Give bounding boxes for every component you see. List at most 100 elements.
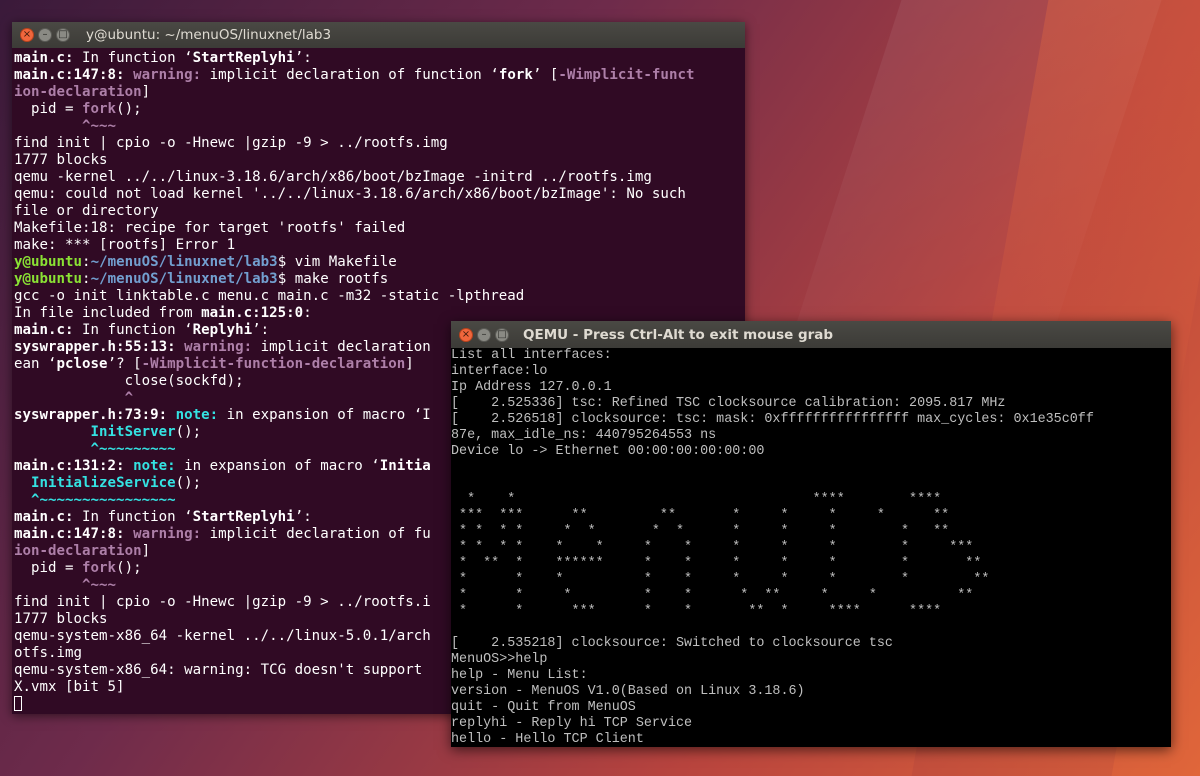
terminal-text-segment: note: <box>133 458 176 474</box>
terminal-text-segment: : <box>82 271 91 287</box>
terminal-text-segment: StartReplyhi <box>192 50 295 66</box>
qemu-console-line: * * * * * * * * * * * * *** <box>451 540 974 555</box>
terminal-text-segment: Replyhi <box>192 322 253 338</box>
qemu-console-line: * * * * * * * * * * * * ** <box>451 524 950 539</box>
terminal-text-segment: X.vmx [bit 5] <box>14 679 125 695</box>
terminal-text-segment: In function ‘ <box>73 322 193 338</box>
terminal-line: ^~~~ <box>14 118 743 135</box>
terminal-text-segment: Initia <box>379 458 431 474</box>
qemu-console-line: List all interfaces: <box>451 348 612 363</box>
terminal-text-segment: in expansion of macro ‘ <box>175 458 380 474</box>
qemu-console-line: MenuOS>>help <box>451 652 548 667</box>
terminal-text-segment: In function ‘ <box>73 50 193 66</box>
terminal-text-segment: fork <box>82 560 117 576</box>
terminal-text-segment: : <box>82 254 91 270</box>
terminal-text-segment: main.c:147:8: <box>14 67 125 83</box>
terminal-line: y@ubuntu:~/menuOS/linuxnet/lab3$ vim Mak… <box>14 254 743 271</box>
terminal-text-segment: 1777 blocks <box>14 611 108 627</box>
terminal-text-segment: ean ‘ <box>14 356 57 372</box>
terminal-text-segment: qemu-system-x86_64: warning: TCG doesn't… <box>14 662 423 678</box>
terminal-text-segment: y@ubuntu <box>14 254 83 270</box>
terminal-text-segment: -Wimplicit-funct <box>558 67 695 83</box>
qemu-console-output[interactable]: List all interfaces: interface:lo Ip Addre… <box>451 348 1171 747</box>
qemu-console-line: * ** * ****** * * * * * * ** <box>451 556 982 571</box>
terminal-text-segment: warning: <box>133 526 202 542</box>
terminal-text-segment: (); <box>175 475 202 491</box>
terminal-text-segment: pid = <box>14 560 83 576</box>
terminal-text-segment: main.c: <box>14 322 74 338</box>
qemu-console-line <box>451 460 1171 476</box>
terminal-text-segment: (); <box>116 560 142 576</box>
qemu-titlebar[interactable]: × – □ QEMU - Press Ctrl-Alt to exit mous… <box>451 321 1171 348</box>
terminal-text-segment: close(sockfd); <box>14 373 244 389</box>
terminal-text-segment: pid = <box>14 101 83 117</box>
qemu-console-line <box>451 620 1171 636</box>
qemu-console-line: hello - Hello TCP Client <box>451 732 644 747</box>
terminal-text-segment: ~/menuOS/linuxnet/lab3 <box>90 271 278 287</box>
terminal-window-controls: × – □ <box>12 28 70 42</box>
terminal-text-segment: file or directory <box>14 203 159 219</box>
terminal-text-segment: syswrapper.h:55:13: <box>14 339 176 355</box>
qemu-console-line: [ 2.525336] tsc: Refined TSC clocksource… <box>451 396 1006 411</box>
terminal-text-segment: ’: <box>252 322 270 338</box>
terminal-text-segment: ^ <box>14 390 134 406</box>
maximize-icon[interactable]: □ <box>56 28 70 42</box>
terminal-text-segment: ] <box>141 84 151 100</box>
terminal-text-segment: ^~~~~~~~~~ <box>14 441 176 457</box>
terminal-titlebar[interactable]: × – □ y@ubuntu: ~/menuOS/linuxnet/lab3 <box>12 22 745 48</box>
terminal-line: make: *** [rootfs] Error 1 <box>14 237 743 254</box>
terminal-text-segment: StartReplyhi <box>192 509 295 525</box>
qemu-window[interactable]: × – □ QEMU - Press Ctrl-Alt to exit mous… <box>451 321 1171 747</box>
terminal-text-segment: ion-declaration <box>14 84 142 100</box>
terminal-text-segment: find init | cpio -o -Hnewc |gzip -9 > ..… <box>14 594 431 610</box>
terminal-text-segment: (); <box>175 424 202 440</box>
terminal-text-segment: syswrapper.h:73:9: <box>14 407 168 423</box>
qemu-console-line: * * *** * * ** * **** **** <box>451 604 942 619</box>
terminal-line: qemu: could not load kernel '../../linux… <box>14 186 743 203</box>
maximize-icon[interactable]: □ <box>495 327 509 342</box>
close-icon[interactable]: × <box>459 327 473 342</box>
terminal-cursor <box>14 696 22 711</box>
terminal-text-segment: -Wimplicit-function-declaration <box>141 356 406 372</box>
qemu-console-line: * * * * * * ** * * ** <box>451 588 974 603</box>
terminal-text-segment: warning: <box>184 339 253 355</box>
terminal-line: pid = fork(); <box>14 101 743 118</box>
terminal-text-segment: ] <box>405 356 414 372</box>
terminal-text-segment: 1777 blocks <box>14 152 108 168</box>
close-icon[interactable]: × <box>20 28 34 42</box>
minimize-icon[interactable]: – <box>477 327 491 342</box>
terminal-text-segment: fork <box>82 101 117 117</box>
qemu-window-controls: × – □ <box>451 327 509 342</box>
terminal-line: 1777 blocks <box>14 152 743 169</box>
terminal-title: y@ubuntu: ~/menuOS/linuxnet/lab3 <box>86 27 332 43</box>
terminal-text-segment: ] <box>141 543 151 559</box>
minimize-icon[interactable]: – <box>38 28 52 42</box>
terminal-text-segment: (); <box>116 101 142 117</box>
terminal-text-segment: note: <box>175 407 219 423</box>
terminal-text-segment: Makefile:18: recipe for target 'rootfs' … <box>14 220 406 236</box>
terminal-line: ion-declaration] <box>14 84 743 101</box>
terminal-text-segment: implicit declaration <box>252 339 431 355</box>
terminal-text-segment: $ make rootfs <box>277 271 389 287</box>
terminal-line: main.c: In function ‘StartReplyhi’: <box>14 50 743 67</box>
terminal-text-segment: make: *** [rootfs] Error 1 <box>14 237 236 253</box>
qemu-console-line: help - Menu List: <box>451 668 588 683</box>
terminal-text-segment: main.c:147:8: <box>14 526 125 542</box>
terminal-text-segment: gcc -o init linktable.c menu.c main.c -m… <box>14 288 525 304</box>
terminal-text-segment: $ vim Makefile <box>277 254 397 270</box>
terminal-text-segment: ~/menuOS/linuxnet/lab3 <box>90 254 278 270</box>
terminal-text-segment: y@ubuntu <box>14 271 83 287</box>
terminal-text-segment: main.c: <box>14 509 74 525</box>
terminal-text-segment: qemu-system-x86_64 -kernel ../../linux-5… <box>14 628 431 644</box>
terminal-text-segment: implicit declaration of fu <box>201 526 431 542</box>
qemu-console-line: * * * * * * * * * ** <box>451 572 990 587</box>
qemu-console-line: interface:lo <box>451 364 548 379</box>
qemu-console-line: version - MenuOS V1.0(Based on Linux 3.1… <box>451 684 805 699</box>
terminal-text-segment: InitializeService <box>31 475 176 491</box>
terminal-text-segment: : <box>303 305 312 321</box>
terminal-text-segment: In function ‘ <box>73 509 193 525</box>
